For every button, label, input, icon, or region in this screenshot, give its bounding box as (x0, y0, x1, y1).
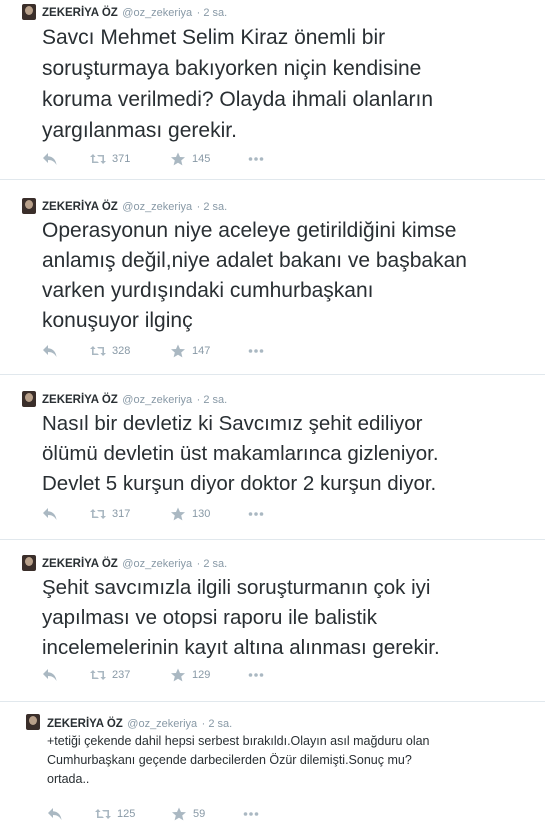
reply-icon (42, 152, 58, 166)
tweet-time[interactable]: · 2 sa. (197, 7, 228, 19)
retweet-count: 125 (117, 808, 136, 820)
author-name[interactable]: ZEKERİYA ÖZ (42, 558, 118, 570)
tweet-text: Operasyonun niye aceleye getirildiğini k… (42, 219, 467, 332)
favorite-count: 129 (192, 669, 211, 681)
retweet-icon (90, 507, 106, 521)
tweet[interactable]: ZEKERİYA ÖZ @oz_zekeriya · 2 sa. Operasy… (0, 180, 545, 375)
tweet-text: Şehit savcımızla ilgili soruşturmanın ço… (42, 576, 440, 659)
favorite-button[interactable]: 145 (170, 152, 210, 166)
avatar[interactable] (26, 714, 40, 730)
retweet-button[interactable]: 237 (90, 668, 130, 682)
more-icon (243, 807, 259, 821)
favorite-button[interactable]: 147 (170, 344, 210, 358)
more-icon (248, 344, 264, 358)
avatar[interactable] (22, 198, 36, 214)
retweet-button[interactable]: 328 (90, 344, 130, 358)
reply-icon (47, 807, 63, 821)
tweet-time[interactable]: · 2 sa. (202, 718, 233, 730)
author-name[interactable]: ZEKERİYA ÖZ (47, 718, 123, 730)
reply-button[interactable] (42, 668, 58, 682)
favorite-count: 130 (192, 508, 211, 520)
reply-button[interactable] (42, 507, 58, 521)
star-icon (170, 152, 186, 166)
author-handle[interactable]: @oz_zekeriya (122, 7, 192, 19)
star-icon (170, 507, 186, 521)
author-handle[interactable]: @oz_zekeriya (122, 394, 192, 406)
reply-icon (42, 507, 58, 521)
more-button[interactable] (248, 344, 264, 358)
more-button[interactable] (248, 152, 264, 166)
author-name[interactable]: ZEKERİYA ÖZ (42, 7, 118, 19)
avatar[interactable] (22, 4, 36, 20)
favorite-button[interactable]: 129 (170, 668, 210, 682)
retweet-icon (90, 668, 106, 682)
tweet[interactable]: ZEKERİYA ÖZ @oz_zekeriya · 2 sa. Savcı M… (0, 0, 545, 180)
author-name[interactable]: ZEKERİYA ÖZ (42, 394, 118, 406)
author-name[interactable]: ZEKERİYA ÖZ (42, 201, 118, 213)
tweet-feed: ZEKERİYA ÖZ @oz_zekeriya · 2 sa. Savcı M… (0, 0, 545, 829)
star-icon (171, 807, 187, 821)
retweet-icon (90, 152, 106, 166)
tweet[interactable]: ZEKERİYA ÖZ @oz_zekeriya · 2 sa. +tetiği… (0, 702, 545, 829)
avatar[interactable] (22, 391, 36, 407)
reply-button[interactable] (47, 807, 63, 821)
retweet-button[interactable]: 371 (90, 152, 130, 166)
reply-icon (42, 344, 58, 358)
retweet-button[interactable]: 125 (95, 807, 135, 821)
more-icon (248, 668, 264, 682)
favorite-button[interactable]: 130 (170, 507, 210, 521)
favorite-count: 59 (193, 808, 206, 820)
more-button[interactable] (248, 668, 264, 682)
retweet-count: 237 (112, 669, 131, 681)
author-handle[interactable]: @oz_zekeriya (127, 718, 197, 730)
tweet-time[interactable]: · 2 sa. (197, 394, 228, 406)
star-icon (170, 344, 186, 358)
retweet-count: 328 (112, 345, 131, 357)
tweet-time[interactable]: · 2 sa. (197, 201, 228, 213)
more-button[interactable] (248, 507, 264, 521)
tweet[interactable]: ZEKERİYA ÖZ @oz_zekeriya · 2 sa. Nasıl b… (0, 375, 545, 540)
favorite-count: 145 (192, 153, 211, 165)
tweet-time[interactable]: · 2 sa. (197, 558, 228, 570)
star-icon (170, 668, 186, 682)
more-icon (248, 507, 264, 521)
retweet-button[interactable]: 317 (90, 507, 130, 521)
retweet-icon (90, 344, 106, 358)
tweet-text: Savcı Mehmet Selim Kiraz önemli bir soru… (42, 26, 434, 142)
reply-icon (42, 668, 58, 682)
author-handle[interactable]: @oz_zekeriya (122, 201, 192, 213)
tweet[interactable]: ZEKERİYA ÖZ @oz_zekeriya · 2 sa. Şehit s… (0, 540, 545, 702)
retweet-count: 317 (112, 508, 131, 520)
more-icon (248, 152, 264, 166)
more-button[interactable] (243, 807, 259, 821)
favorite-button[interactable]: 59 (171, 807, 205, 821)
reply-button[interactable] (42, 344, 58, 358)
favorite-count: 147 (192, 345, 211, 357)
author-handle[interactable]: @oz_zekeriya (122, 558, 192, 570)
retweet-icon (95, 807, 111, 821)
retweet-count: 371 (112, 153, 131, 165)
reply-button[interactable] (42, 152, 58, 166)
avatar[interactable] (22, 555, 36, 571)
tweet-text: +tetiği çekende dahil hepsi serbest bıra… (47, 734, 430, 786)
tweet-text: Nasıl bir devletiz ki Savcımız şehit edi… (42, 412, 439, 495)
